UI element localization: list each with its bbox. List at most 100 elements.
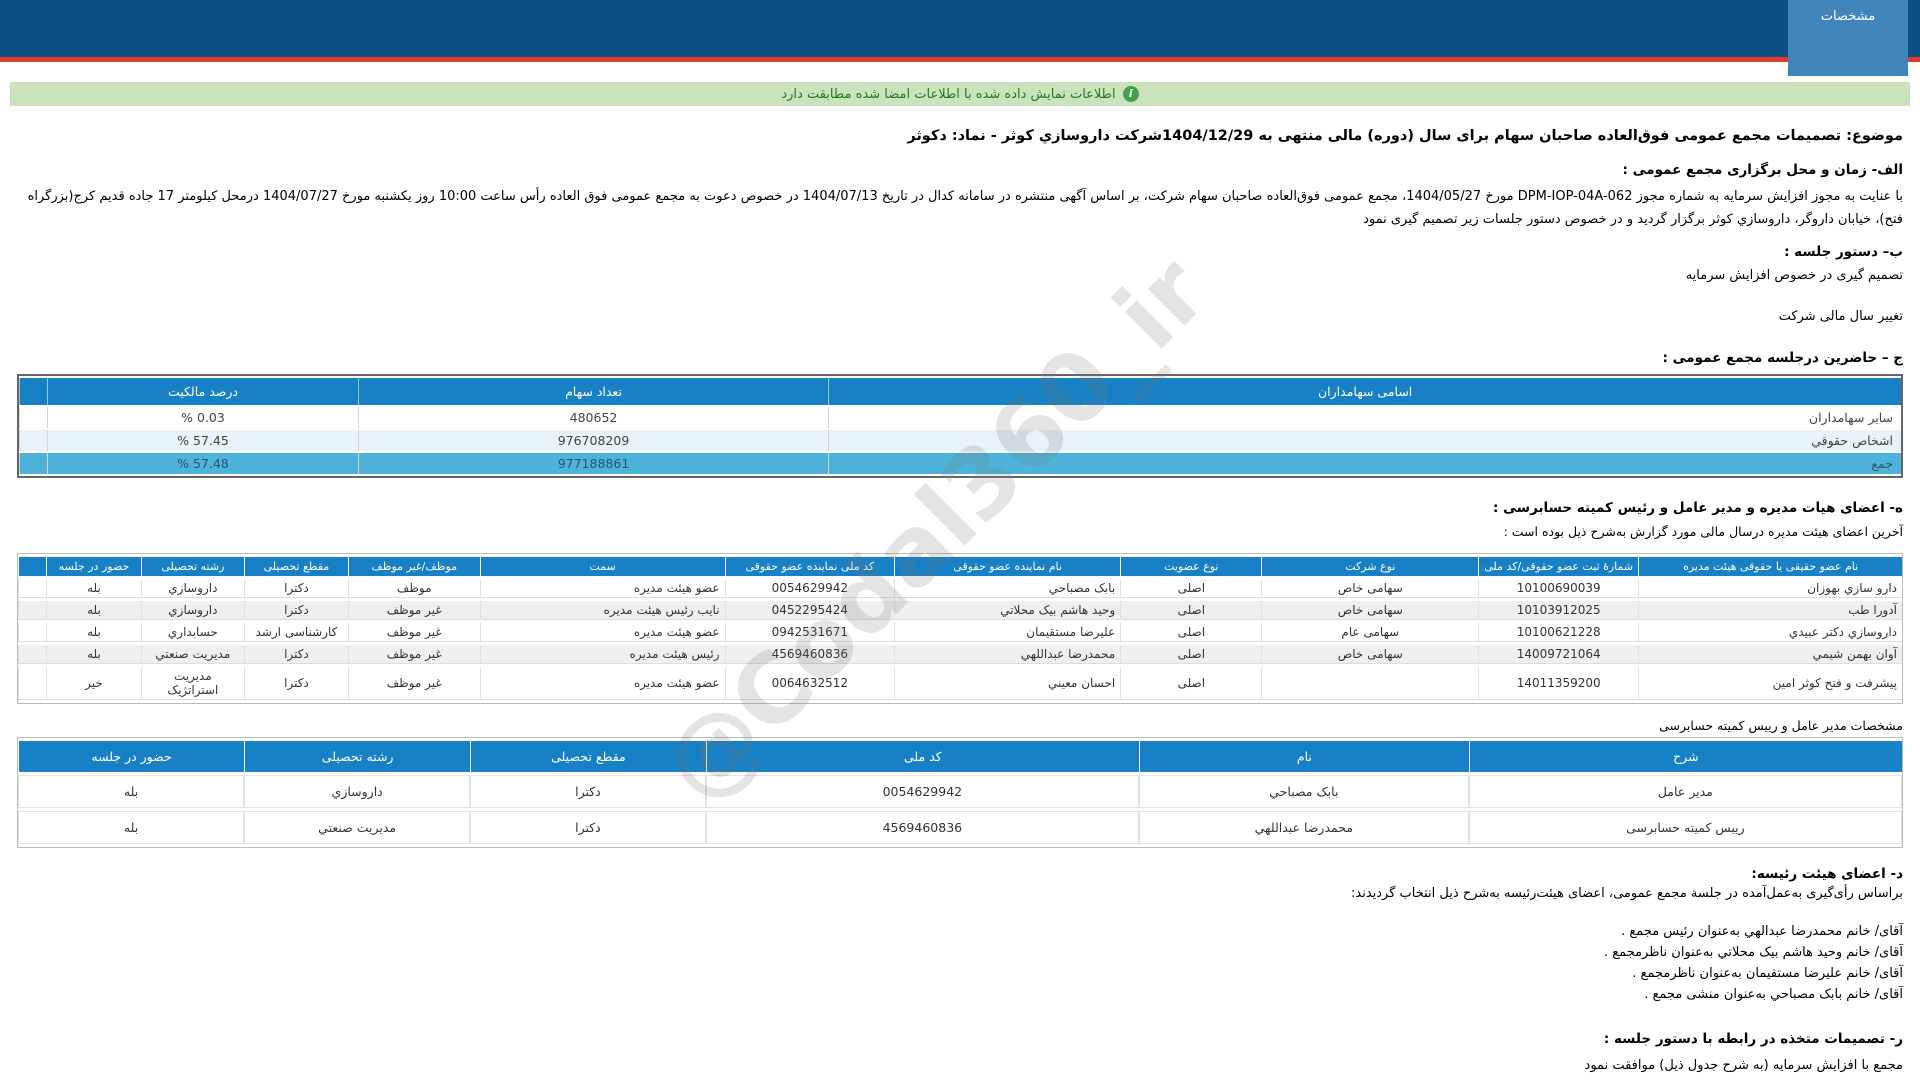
table-cell: دکترا [244, 666, 348, 700]
attendees-header-row: اسامی سهامداران تعداد سهام درصد مالکیت [19, 377, 1901, 405]
table-cell [19, 452, 48, 474]
table-cell: داروسازي دکتر عبیدي [1638, 622, 1902, 642]
table-row: سایر سهامداران 480652% 0.03 [19, 406, 1901, 428]
table-cell: خیر [46, 666, 141, 700]
table-cell: % 0.03 [47, 406, 358, 428]
table-cell: مدیریت صنعتي [140, 644, 245, 664]
section-h-subtitle: آخرین اعضای هیئت مدیره درسال مالی مورد گ… [1503, 523, 1903, 539]
col-executive-status: موظف/غیر موظف [347, 556, 480, 576]
table-cell: داروسازي [140, 578, 245, 598]
section-a-body: با عنایت به مجوز افزایش سرمایه به شماره … [27, 189, 1903, 227]
col-representative-name: نام نماینده عضو حقوقی [894, 556, 1121, 576]
tab-specifications[interactable]: مشخصات [1788, 0, 1908, 76]
table-cell: کارشناسی ارشد [244, 622, 348, 642]
ceo-audit-chief-table: شرح نام کد ملی مقطع تحصیلی رشته تحصیلی ح… [17, 736, 1903, 848]
table-cell: 977188861 [357, 452, 829, 474]
table-cell: 14011359200 [1478, 666, 1639, 700]
notice-text: اطلاعات نمایش داده شده با اطلاعات امضا ش… [781, 86, 1116, 102]
col-national-id: کد ملی [705, 740, 1139, 772]
table-cell: غیر موظف [347, 644, 480, 664]
table-cell: دکترا [470, 810, 706, 844]
tab-specifications-label: مشخصات [1820, 9, 1876, 24]
agenda-item: تصمیم گیری در خصوص افزایش سرمایه [1685, 267, 1903, 283]
table-cell: سهامی خاص [1261, 644, 1479, 664]
table-row: آدورا طب 10103912025 سهامی خاص اصلی وحید هاش… [18, 600, 1902, 620]
agenda-item: تغییر سال مالی شرکت [1778, 308, 1903, 324]
table-cell: پیشرفت و فتح کوثر امین [1638, 666, 1902, 700]
col-company-type: نوع شرکت [1261, 556, 1479, 576]
col-membership-type: نوع عضویت [1120, 556, 1262, 576]
table-cell: اصلی [1120, 666, 1262, 700]
table-cell: اشخاص حقوقي [828, 429, 1901, 451]
col-position: سمت [479, 556, 725, 576]
table-cell [18, 644, 47, 664]
document-content: موضوع: تصمیمات مجمع عمومی فوق‌العاده صاح… [17, 120, 1903, 1080]
ceo-table-title: مشخصات مدیر عامل و رییس کمیته حسابرسی [1659, 717, 1903, 733]
table-cell: مدیر عامل [1468, 774, 1902, 808]
table-row: پیشرفت و فتح کوثر امین 14011359200 اصلی احس… [18, 666, 1902, 700]
table-cell: سایر سهامداران [828, 406, 1901, 428]
col-member-name: نام عضو حقیقی یا حقوقی هیئت مدیره [1638, 556, 1902, 576]
table-cell: مدیریت صنعتي [244, 810, 471, 844]
col-attendance: حضور در جلسه [18, 740, 245, 772]
section-d-title: د- اعضای هیئت رئیسه: [1751, 865, 1903, 882]
table-cell: بابک مصباحي [1139, 774, 1469, 808]
table-cell [18, 622, 47, 642]
table-cell: بله [18, 810, 245, 844]
table-cell: اصلی [1120, 644, 1262, 664]
col-field-of-study: رشته تحصیلی [244, 740, 471, 772]
table-cell: سهامی عام [1261, 622, 1479, 642]
presiding-member: آقای/ خانم وحید هاشم بیک محلاتي به‌عنوان… [1604, 945, 1903, 961]
table-cell: % 57.48 [47, 452, 358, 474]
table-cell [19, 406, 47, 428]
section-d-intro: براساس رأی‌گیری به‌عمل‌آمده در جلسة مجمع… [1351, 885, 1903, 901]
table-cell [18, 600, 47, 620]
table-cell: آدورا طب [1638, 600, 1902, 620]
table-cell: عضو هیئت مدیره [479, 578, 725, 598]
section-j-title: ج – حاضرین درجلسه مجمع عمومی : [1662, 349, 1903, 366]
col-description: شرح [1468, 740, 1902, 772]
table-cell: اصلی [1120, 600, 1262, 620]
table-cell: عضو هیئت مدیره [479, 666, 725, 700]
table-row: جمع 977188861% 57.48 [19, 452, 1901, 474]
col-shareholder-names: اسامی سهامداران [828, 377, 1901, 405]
table-cell: غیر موظف [347, 600, 480, 620]
table-cell: 10100690039 [1478, 578, 1639, 598]
table-cell: 976708209 [357, 429, 829, 451]
table-cell: 0054629942 [724, 578, 895, 598]
table-cell: 0452295424 [724, 600, 895, 620]
board-header-row: نام عضو حقیقی یا حقوقی هیئت مدیره شمارۀ … [18, 556, 1902, 576]
col-name: نام [1139, 740, 1469, 772]
table-cell: رئیس هیئت مدیره [479, 644, 725, 664]
codal-disclosure-page: مشخصات i اطلاعات نمایش داده شده با اطلاع… [0, 0, 1920, 1080]
attendees-table: اسامی سهامداران تعداد سهام درصد مالکیت س… [17, 373, 1903, 478]
table-row: اشخاص حقوقي 976708209% 57.45 [19, 429, 1901, 451]
red-divider [0, 57, 1920, 62]
col-empty [19, 377, 48, 405]
table-cell: علیرضا مستقیمان [894, 622, 1121, 642]
col-ownership-percent: درصد مالکیت [47, 377, 358, 405]
table-cell: 10100621228 [1478, 622, 1639, 642]
top-navy-bar [0, 0, 1920, 57]
info-icon: i [1122, 86, 1139, 102]
presiding-member: آقای/ خانم علیرضا مستقیمان به‌عنوان ناظر… [1632, 965, 1903, 981]
table-cell: 4569460836 [724, 644, 895, 664]
table-cell: دکترا [470, 774, 706, 808]
table-cell: احسان معیني [894, 666, 1121, 700]
table-cell: 480652 [357, 406, 829, 428]
section-h-title: ه- اعضای هیات مدیره و مدیر عامل و رئیس ک… [1493, 499, 1903, 516]
table-cell: آوان بهمن شیمي [1638, 644, 1902, 664]
col-degree: مقطع تحصیلی [244, 556, 348, 576]
table-cell: اصلی [1120, 622, 1262, 642]
table-cell [19, 429, 48, 451]
table-row: رییس کمیته حسابرسی محمدرضا عبداللهي 456946… [18, 810, 1902, 844]
table-cell: وحید هاشم بیک محلاتي [894, 600, 1121, 620]
table-cell: بله [46, 578, 141, 598]
table-cell: بله [46, 622, 141, 642]
table-cell: داروسازي [244, 774, 471, 808]
table-cell: دکترا [244, 578, 348, 598]
section-a-title: الف- زمان و محل برگزاری مجمع عمومی : [1622, 162, 1903, 178]
table-cell: 0054629942 [705, 774, 1139, 808]
table-cell: سهامی خاص [1261, 578, 1479, 598]
col-representative-national-id: کد ملی نماینده عضو حقوقی [724, 556, 895, 576]
